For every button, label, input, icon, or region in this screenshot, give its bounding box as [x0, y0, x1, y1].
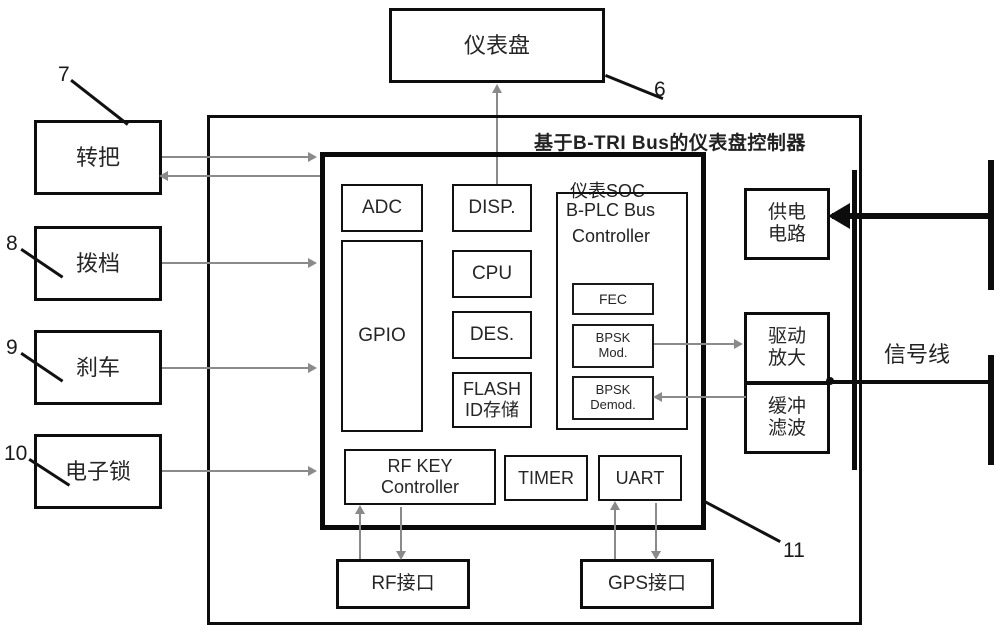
drive-amplifier-label-line2: 放大 [767, 348, 806, 369]
brake-ref-number: 9 [6, 336, 18, 359]
rfkey-up-arrowhead [355, 505, 365, 514]
throttle-out-line [162, 156, 310, 158]
electronic-lock-line [162, 470, 310, 472]
dashboard-box: 仪表盘 [389, 8, 605, 83]
brake-arrowhead [308, 363, 317, 373]
electronic-lock-ref-number: 10 [4, 442, 28, 465]
buffer-to-bpsk-demod-arrowhead [653, 392, 662, 402]
signal-feed-line [830, 380, 992, 384]
disp-block: DISP. [452, 184, 532, 232]
rf-interface-label: RF接口 [371, 573, 435, 595]
gps-interface-box: GPS接口 [580, 559, 714, 609]
gear-shift-box: 拨档 [34, 226, 162, 301]
disp-label: DISP. [468, 197, 516, 219]
throttle-ref-number: 7 [58, 63, 70, 86]
disp-to-dashboard-arrowhead [492, 84, 502, 93]
gear-shift-ref-number: 8 [6, 232, 18, 255]
dashboard-ref-number: 6 [654, 78, 666, 101]
uart-up-arrowhead [610, 501, 620, 510]
flash-id-block: FLASH ID存储 [452, 372, 532, 428]
brake-box: 刹车 [34, 330, 162, 405]
buffer-to-bpsk-demod-line [660, 396, 746, 398]
power-supply-label-line2: 电路 [767, 224, 806, 245]
electronic-lock-arrowhead [308, 466, 317, 476]
des-label: DES. [469, 324, 515, 346]
bpsk-mod-block: BPSK Mod. [572, 324, 654, 368]
uart-block: UART [598, 455, 682, 501]
adc-block: ADC [341, 184, 423, 232]
bpsk-mod-to-drive-line [654, 343, 736, 345]
power-supply-circuit-box: 供电 电路 [744, 188, 830, 260]
rf-key-controller-block: RF KEY Controller [344, 449, 496, 505]
power-feed-arrowhead [828, 203, 850, 229]
dashboard-label: 仪表盘 [463, 32, 530, 58]
rfkey-up-line [359, 512, 361, 559]
bpsk-mod-to-drive-arrowhead [734, 339, 743, 349]
flash-label-line1: FLASH [462, 379, 522, 400]
flash-label-line2: ID存储 [465, 400, 519, 420]
soc-ref-number: 11 [783, 539, 805, 562]
power-supply-label-line1: 供电 [767, 202, 806, 224]
uart-down-line [655, 503, 657, 553]
uart-up-line [614, 508, 616, 559]
throttle-in-arrowhead [159, 171, 168, 181]
throttle-label: 转把 [75, 144, 120, 170]
fec-label: FEC [599, 290, 627, 307]
uart-down-arrowhead [651, 551, 661, 560]
gpio-block: GPIO [341, 240, 423, 432]
signal-line-label: 信号线 [884, 342, 951, 367]
adc-label: ADC [361, 197, 403, 219]
electronic-lock-box: 电子锁 [34, 434, 162, 509]
bpsk-demod-label-line1: BPSK [595, 382, 631, 398]
controller-title: 基于B-TRI Bus的仪表盘控制器 [534, 133, 806, 154]
brake-label: 刹车 [75, 354, 120, 380]
right-rail-upper [988, 160, 994, 290]
signal-junction-dot [826, 377, 834, 385]
throttle-box: 转把 [34, 120, 162, 195]
fec-block: FEC [572, 283, 654, 315]
rf-key-label-line2: Controller [380, 477, 460, 497]
cpu-label: CPU [471, 263, 513, 285]
timer-block: TIMER [504, 455, 588, 501]
gpio-label: GPIO [358, 325, 406, 347]
rf-key-label-line1: RF KEY [387, 456, 453, 477]
power-feed-line [832, 213, 992, 219]
brake-line [162, 367, 310, 369]
gear-shift-label: 拨档 [75, 250, 120, 276]
bpsk-demod-block: BPSK Demod. [572, 376, 654, 420]
gear-shift-line [162, 262, 310, 264]
bpsk-mod-label-line1: BPSK [595, 330, 631, 346]
buffer-filter-box: 缓冲 滤波 [744, 382, 830, 454]
timer-label: TIMER [518, 467, 574, 488]
rfkey-down-arrowhead [396, 551, 406, 560]
bplc-controller-label-line2: Controller [572, 226, 651, 246]
throttle-leader-line [70, 79, 129, 126]
drive-amplifier-box: 驱动 放大 [744, 312, 830, 384]
des-block: DES. [452, 311, 532, 359]
bplc-controller-label-line1: B-PLC Bus [566, 200, 656, 220]
drive-amplifier-label-line1: 驱动 [767, 326, 806, 348]
throttle-out-arrowhead [308, 152, 317, 162]
uart-label: UART [615, 467, 665, 488]
throttle-in-line [166, 175, 320, 177]
bpsk-mod-label-line2: Mod. [598, 345, 628, 360]
gear-shift-arrowhead [308, 258, 317, 268]
cpu-block: CPU [452, 250, 532, 298]
diagram-canvas: 仪表盘 6 基于B-TRI Bus的仪表盘控制器 仪表SOC 11 ADC GP… [0, 0, 1000, 637]
right-rail-lower [988, 355, 994, 465]
rf-interface-box: RF接口 [336, 559, 470, 609]
bpsk-demod-label-line2: Demod. [590, 397, 636, 412]
buffer-filter-label-line1: 缓冲 [767, 396, 806, 418]
buffer-filter-label-line2: 滤波 [767, 418, 806, 439]
rfkey-down-line [400, 507, 402, 553]
gps-interface-label: GPS接口 [607, 573, 687, 595]
electronic-lock-label: 电子锁 [64, 458, 131, 484]
